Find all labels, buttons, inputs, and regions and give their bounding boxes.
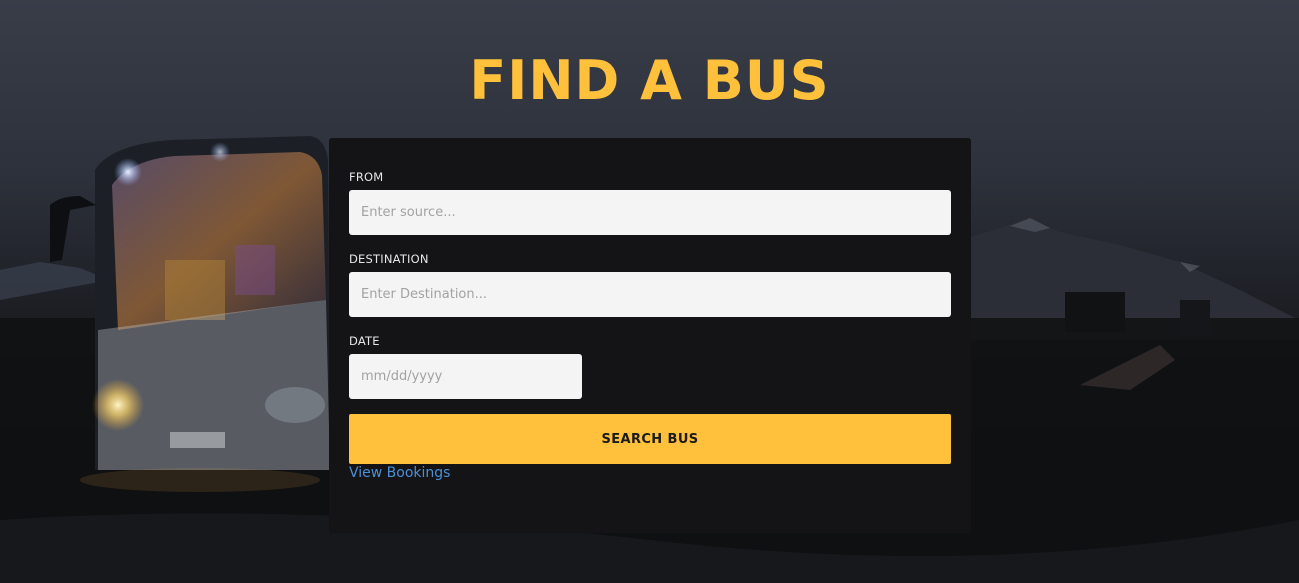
date-input[interactable] [349,354,582,399]
date-label: DATE [349,334,380,348]
search-bus-button[interactable]: SEARCH BUS [349,414,951,464]
page-title: FIND A BUS [469,49,830,112]
destination-label: DESTINATION [349,252,429,266]
page-background: FIND A BUS FROM DESTINATION DATE SEARCH … [0,0,1299,583]
from-label: FROM [349,170,384,184]
destination-input[interactable] [349,272,951,317]
source-input[interactable] [349,190,951,235]
view-bookings-link[interactable]: View Bookings [349,465,450,481]
search-form-panel: FROM DESTINATION DATE SEARCH BUS View Bo… [329,138,971,533]
